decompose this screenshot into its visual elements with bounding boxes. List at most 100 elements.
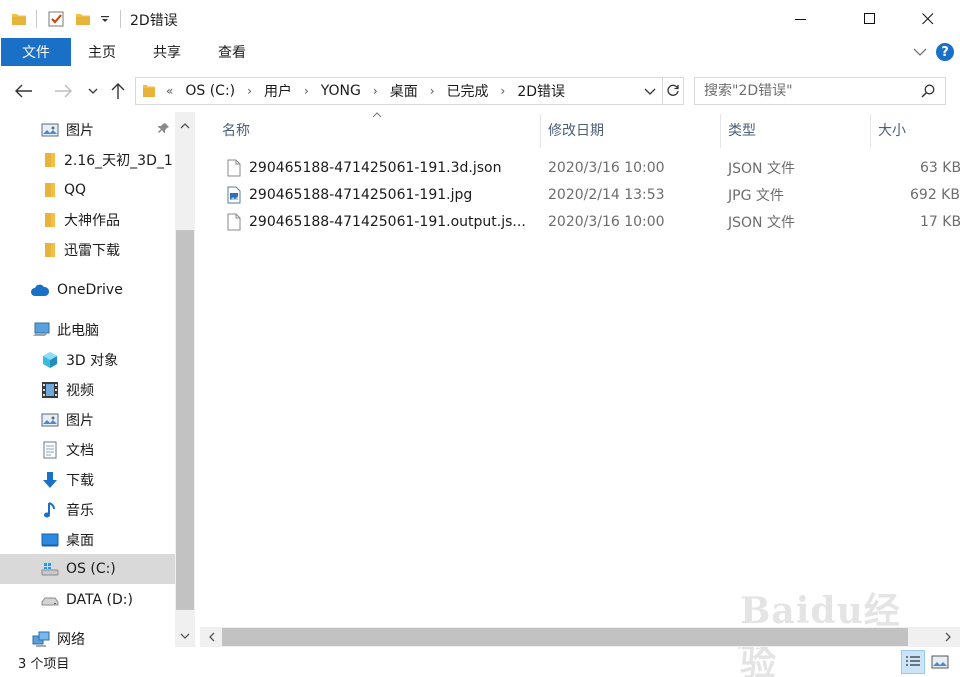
sidebar-item-folder-2-16[interactable]: 2.16_天初_3D_1 bbox=[0, 146, 175, 174]
large-icons-view-icon bbox=[931, 655, 949, 669]
breadcrumb-yong[interactable]: YONG bbox=[321, 83, 361, 99]
new-folder-icon[interactable] bbox=[74, 9, 92, 29]
chevron-down-icon bbox=[88, 88, 98, 94]
refresh-icon bbox=[666, 84, 679, 96]
search-box[interactable] bbox=[694, 77, 946, 105]
breadcrumb-desktop[interactable]: 桌面 bbox=[390, 81, 418, 101]
sidebar-item-videos[interactable]: 视频 bbox=[0, 376, 175, 404]
sidebar-item-documents[interactable]: 文档 bbox=[0, 436, 175, 464]
sidebar-item-music[interactable]: 音乐 bbox=[0, 496, 175, 524]
desktop-icon bbox=[41, 531, 59, 549]
folder-icon bbox=[43, 211, 57, 229]
recent-locations-button[interactable] bbox=[84, 80, 102, 102]
chevron-right-icon[interactable]: › bbox=[501, 84, 506, 98]
forward-button[interactable] bbox=[53, 80, 73, 102]
chevron-right-icon[interactable]: › bbox=[430, 84, 435, 98]
title-bar: 2D错误 bbox=[0, 0, 960, 38]
scroll-left-arrow-icon[interactable] bbox=[202, 627, 222, 647]
refresh-button[interactable] bbox=[662, 77, 684, 105]
file-icon bbox=[226, 208, 242, 235]
file-date: 2020/2/14 13:53 bbox=[548, 186, 665, 203]
file-size: 17 KB bbox=[920, 213, 960, 230]
breadcrumb-completed[interactable]: 已完成 bbox=[447, 81, 489, 101]
file-list-horizontal-scrollbar[interactable] bbox=[200, 627, 960, 647]
close-icon bbox=[922, 13, 934, 25]
tab-file[interactable]: 文件 bbox=[1, 38, 71, 66]
sidebar-item-os-c[interactable]: OS (C:) bbox=[0, 554, 175, 584]
file-row[interactable]: 290465188-471425061-191.jpg 2020/2/14 13… bbox=[222, 181, 960, 208]
column-divider[interactable] bbox=[720, 114, 721, 148]
details-view-icon bbox=[906, 656, 920, 666]
sidebar-scrollbar-thumb[interactable] bbox=[176, 230, 194, 610]
properties-icon[interactable] bbox=[46, 9, 66, 29]
sidebar-scrollbar[interactable] bbox=[175, 112, 195, 647]
sidebar-item-desktop[interactable]: 桌面 bbox=[0, 526, 175, 554]
breadcrumb-users[interactable]: 用户 bbox=[264, 81, 292, 101]
folder-icon bbox=[43, 151, 57, 169]
back-arrow-icon bbox=[15, 84, 32, 98]
sort-ascending-icon bbox=[372, 112, 382, 118]
file-row[interactable]: 290465188-471425061-191.3d.json 2020/3/1… bbox=[222, 154, 960, 181]
column-divider[interactable] bbox=[540, 114, 541, 148]
file-date: 2020/3/16 10:00 bbox=[548, 213, 665, 230]
sidebar-item-folder-qq[interactable]: QQ bbox=[0, 176, 175, 204]
scroll-up-arrow-icon[interactable] bbox=[175, 116, 195, 136]
details-view-button[interactable] bbox=[901, 650, 925, 674]
music-icon bbox=[41, 501, 59, 519]
column-header-type[interactable]: 类型 bbox=[728, 112, 756, 148]
breadcrumb-overflow[interactable]: « bbox=[166, 84, 173, 98]
large-icons-view-button[interactable] bbox=[928, 650, 952, 674]
breadcrumb-current[interactable]: 2D错误 bbox=[517, 81, 565, 101]
file-list: 名称 修改日期 类型 大小 290465188-471425061-191.3d… bbox=[200, 112, 960, 647]
sidebar-item-onedrive[interactable]: OneDrive bbox=[0, 276, 175, 304]
expand-ribbon-chevron-icon[interactable] bbox=[912, 44, 928, 60]
separator bbox=[120, 10, 121, 28]
maximize-icon bbox=[864, 13, 875, 24]
column-header-date[interactable]: 修改日期 bbox=[548, 112, 604, 148]
scroll-down-arrow-icon[interactable] bbox=[175, 626, 195, 646]
pin-icon[interactable] bbox=[158, 122, 170, 138]
sidebar-item-data-d[interactable]: DATA (D:) bbox=[0, 586, 175, 614]
back-button[interactable] bbox=[14, 80, 34, 102]
breadcrumb-os-c[interactable]: OS (C:) bbox=[185, 83, 235, 99]
pictures-icon bbox=[41, 121, 59, 139]
close-button[interactable] bbox=[905, 0, 951, 38]
chevron-right-icon[interactable]: › bbox=[373, 84, 378, 98]
file-name: 290465188-471425061-191.3d.json bbox=[249, 159, 502, 176]
up-button[interactable] bbox=[108, 80, 128, 102]
column-divider[interactable] bbox=[870, 114, 871, 148]
tab-share[interactable]: 共享 bbox=[153, 38, 181, 66]
customize-dropdown-icon[interactable] bbox=[98, 9, 112, 29]
address-bar[interactable]: « OS (C:) › 用户 › YONG › 桌面 › 已完成 › 2D错误 bbox=[135, 77, 663, 105]
folder-icon bbox=[142, 83, 156, 99]
search-input[interactable] bbox=[704, 83, 914, 99]
chevron-right-icon[interactable]: › bbox=[247, 84, 252, 98]
scroll-right-arrow-icon[interactable] bbox=[938, 627, 958, 647]
tab-view[interactable]: 查看 bbox=[218, 38, 246, 66]
address-dropdown-chevron-icon[interactable] bbox=[644, 86, 656, 96]
horizontal-scrollbar-thumb[interactable] bbox=[222, 628, 908, 646]
documents-icon bbox=[41, 441, 59, 459]
sidebar-item-this-pc[interactable]: 此电脑 bbox=[0, 316, 175, 344]
file-icon bbox=[226, 154, 242, 181]
sidebar-item-downloads[interactable]: 下载 bbox=[0, 466, 175, 494]
up-arrow-icon bbox=[111, 83, 125, 99]
image-file-icon bbox=[226, 181, 242, 208]
file-row[interactable]: 290465188-471425061-191.output.js... 202… bbox=[222, 208, 960, 235]
pictures-icon bbox=[41, 411, 59, 429]
sidebar-item-folder-works[interactable]: 大神作品 bbox=[0, 206, 175, 234]
sidebar-item-folder-thunder[interactable]: 迅雷下载 bbox=[0, 236, 175, 264]
help-button[interactable]: ? bbox=[936, 43, 954, 61]
sidebar-item-pictures-quick[interactable]: 图片 bbox=[0, 116, 175, 144]
sidebar-item-pictures[interactable]: 图片 bbox=[0, 406, 175, 434]
column-header-name[interactable]: 名称 bbox=[222, 112, 250, 148]
search-icon[interactable] bbox=[921, 84, 935, 98]
onedrive-cloud-icon bbox=[30, 281, 50, 299]
tab-home[interactable]: 主页 bbox=[88, 38, 116, 66]
minimize-button[interactable] bbox=[778, 0, 824, 38]
chevron-right-icon[interactable]: › bbox=[304, 84, 309, 98]
item-count: 3 个项目 bbox=[18, 657, 70, 672]
sidebar-item-3d-objects[interactable]: 3D 对象 bbox=[0, 346, 175, 374]
maximize-button[interactable] bbox=[847, 0, 893, 38]
column-header-size[interactable]: 大小 bbox=[878, 112, 906, 148]
